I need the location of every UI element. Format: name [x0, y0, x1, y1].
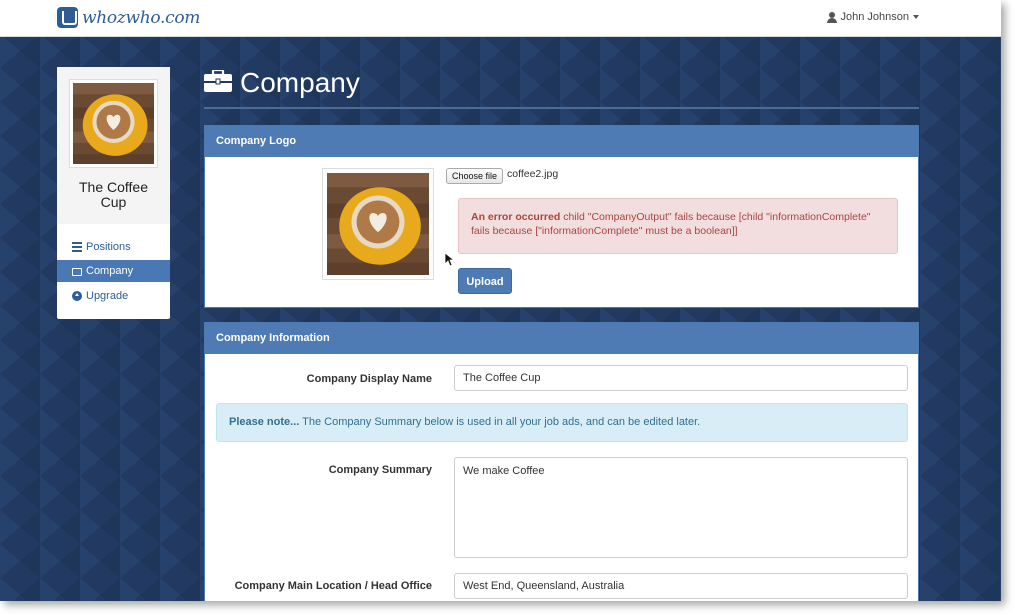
display-name-field[interactable] — [454, 365, 908, 391]
brand-logo[interactable]: whozwho.com — [57, 7, 200, 28]
company-logo-panel: Company Logo Choose file coffee2.jpg An … — [204, 125, 919, 308]
sidebar-item-label: Company — [86, 265, 134, 277]
mouse-cursor-icon — [445, 253, 455, 267]
sidebar-profile: The Coffee Cup — [57, 67, 170, 224]
brand-logo-icon — [57, 7, 78, 28]
coffee-cup-image — [327, 173, 429, 275]
logo-preview — [322, 168, 434, 280]
upgrade-icon — [72, 291, 82, 301]
app-window: whozwho.com John Johnson The Coffee Cup … — [0, 0, 1001, 601]
sidebar-item-company[interactable]: Company — [57, 260, 170, 282]
sidebar-item-label: Upgrade — [86, 290, 129, 302]
company-information-panel: Company Information Company Display Name… — [204, 322, 919, 601]
location-label: Company Main Location / Head Office — [234, 580, 432, 592]
error-title: An error occurred — [471, 211, 561, 223]
info-note: Please note... The Company Summary below… — [216, 403, 908, 442]
display-name-label: Company Display Name — [306, 373, 432, 385]
location-field[interactable] — [454, 573, 908, 599]
error-alert: An error occurred child "CompanyOutput" … — [458, 198, 898, 254]
choose-file-button[interactable]: Choose file — [446, 168, 504, 184]
upload-button[interactable]: Upload — [458, 268, 512, 294]
summary-textarea[interactable]: We make Coffee — [454, 457, 908, 558]
sidebar-item-upgrade[interactable]: Upgrade — [57, 285, 170, 307]
note-text: The Company Summary below is used in all… — [299, 416, 701, 428]
user-menu[interactable]: John Johnson — [826, 11, 919, 23]
company-logo-thumbnail — [69, 79, 158, 168]
user-icon — [826, 11, 837, 23]
top-navbar: whozwho.com John Johnson — [0, 0, 1001, 37]
note-title: Please note... — [229, 416, 300, 428]
caret-down-icon — [913, 15, 919, 19]
sidebar: The Coffee Cup Positions Company Upgrade — [57, 67, 170, 319]
summary-label: Company Summary — [328, 464, 432, 476]
panel-heading: Company Logo — [205, 126, 918, 157]
briefcase-icon — [204, 70, 232, 92]
briefcase-icon — [72, 268, 82, 276]
list-icon — [72, 242, 82, 252]
sidebar-item-label: Positions — [86, 241, 131, 253]
panel-heading: Company Information — [205, 323, 918, 354]
brand-name: whozwho.com — [82, 7, 201, 28]
selected-file-name: coffee2.jpg — [507, 168, 559, 180]
sidebar-item-positions[interactable]: Positions — [57, 236, 170, 258]
company-name: The Coffee Cup — [78, 179, 148, 210]
coffee-cup-image — [73, 83, 154, 164]
user-name: John Johnson — [840, 11, 910, 23]
page-header: Company — [204, 67, 919, 109]
page-title: Company — [240, 67, 360, 98]
